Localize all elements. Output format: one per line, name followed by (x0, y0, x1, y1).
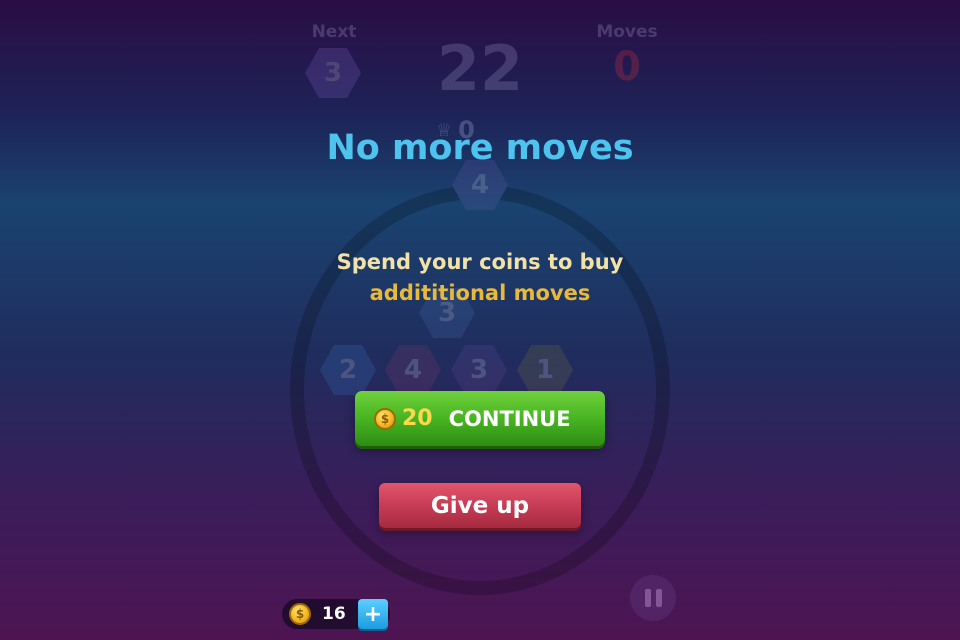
coin-symbol: $ (380, 411, 390, 426)
board-tile-value: 4 (470, 170, 490, 200)
give-up-button[interactable]: Give up (379, 483, 581, 528)
dialog-message-line1: Spend your coins to buy (336, 250, 624, 274)
continue-cost: 20 (402, 406, 433, 431)
next-label: Next (311, 22, 357, 42)
board-tile-value: 3 (469, 355, 489, 385)
pause-icon (644, 589, 651, 607)
pause-icon (655, 589, 662, 607)
add-coins-button[interactable]: + (358, 599, 388, 629)
score-value: 22 (436, 32, 524, 105)
coin-icon: $ (289, 603, 311, 625)
coin-icon: $ (374, 407, 396, 430)
continue-button[interactable]: $ 20 CONTINUE (355, 391, 605, 446)
moves-value: 0 (613, 44, 641, 90)
dialog-message-line2: addititional moves (369, 281, 591, 305)
pause-button[interactable] (630, 575, 676, 621)
next-tile-value: 3 (323, 58, 343, 88)
board-tile-value: 2 (338, 355, 358, 385)
moves-label: Moves (596, 22, 658, 42)
board-tile-value: 1 (535, 355, 555, 385)
game-background-layer: Next 3 22 Moves 0 ♕ 0 4 3 2 4 3 1 (0, 0, 960, 640)
coin-count: 16 (322, 604, 346, 624)
continue-label: CONTINUE (448, 406, 571, 431)
plus-icon: + (363, 601, 383, 627)
coin-counter: $ 16 + (282, 599, 390, 629)
next-tile: 3 (305, 48, 361, 98)
board-tile-value: 4 (403, 355, 423, 385)
dialog-title: No more moves (326, 128, 634, 168)
coin-symbol: $ (295, 607, 305, 621)
